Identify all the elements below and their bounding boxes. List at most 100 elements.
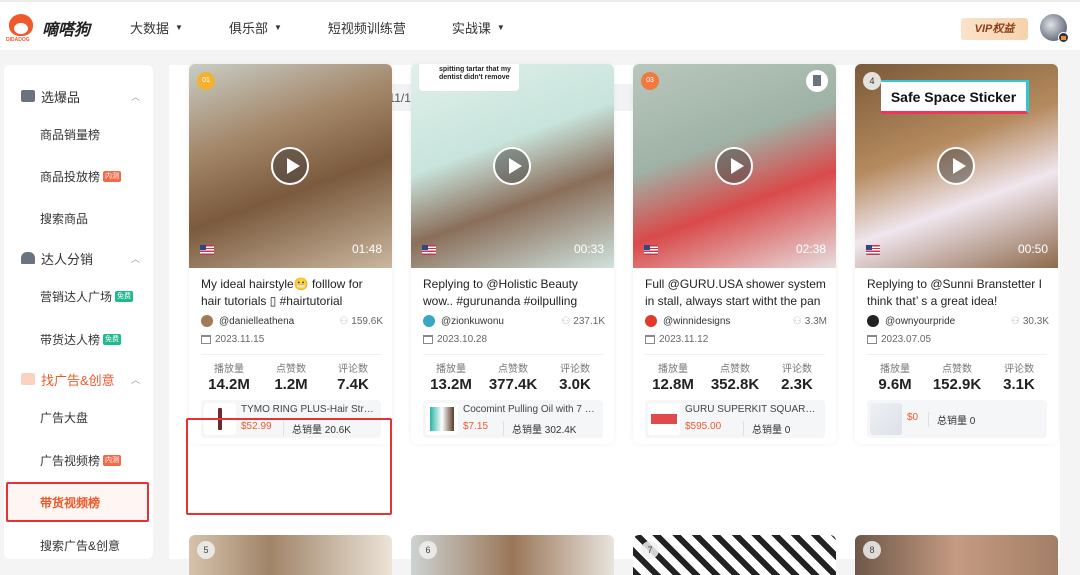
nav-item-training-camp[interactable]: 短视频训练营: [328, 18, 406, 37]
sidebar-item-sales-video-ranking[interactable]: 带货视频榜: [6, 482, 149, 522]
stat-label: 播放量: [436, 364, 466, 375]
stat-label: 评论数: [1004, 364, 1034, 375]
divider: [645, 354, 825, 355]
video-caption-overlay: Safe Space Sticker: [881, 80, 1029, 114]
video-card[interactable]: 02 spitting tartar that my dentist didn'…: [411, 64, 614, 444]
sidebar-group-label: 选爆品: [41, 89, 81, 105]
author-avatar[interactable]: [201, 315, 213, 327]
bookmark-icon[interactable]: [806, 70, 828, 92]
video-thumbnail[interactable]: 03 02:38: [633, 64, 836, 268]
sidebar-item-product-ads[interactable]: 商品投放榜 内测: [40, 166, 122, 186]
author-handle[interactable]: @ownyourpride: [885, 316, 955, 327]
sidebar-item-search-ads[interactable]: 搜索广告&创意: [40, 535, 120, 555]
play-button[interactable]: [937, 147, 975, 185]
sidebar-item-influencer-ranking[interactable]: 带货达人榜 免费: [40, 329, 122, 349]
author-row: @zionkuwonu ⚇ 237.1K: [423, 314, 605, 328]
total-sold: 总销量 302.4K: [503, 421, 576, 436]
video-card[interactable]: 8: [855, 535, 1058, 575]
author-row: @ownyourpride ⚇ 30.3K: [867, 314, 1049, 328]
stat-label: 评论数: [338, 364, 368, 375]
chevron-up-icon: ︿: [131, 374, 141, 385]
video-title[interactable]: Replying to @Sunni Branstetter I think t…: [867, 276, 1051, 310]
author-avatar[interactable]: [645, 315, 657, 327]
sold-value: 0: [969, 416, 976, 427]
author-handle[interactable]: @winnidesigns: [663, 316, 730, 327]
video-card[interactable]: 01 01:48 My ideal hairstyle😬 folllow for…: [189, 64, 392, 444]
stat-value: 7.4K: [337, 376, 369, 393]
dog-logo-icon: DIDADOG: [6, 12, 36, 44]
stat-value: 3.0K: [559, 376, 591, 393]
stat-label: 点赞数: [276, 364, 306, 375]
author-avatar[interactable]: [423, 315, 435, 327]
sidebar-group-label: 达人分销: [41, 251, 94, 267]
video-thumbnail[interactable]: 02 spitting tartar that my dentist didn'…: [411, 64, 614, 268]
video-card[interactable]: 6: [411, 535, 614, 575]
stat-comments: 评论数 3.0K: [543, 360, 607, 393]
video-card[interactable]: 7: [633, 535, 836, 575]
product-row[interactable]: $0 总销量 0: [867, 400, 1047, 438]
nav-label: 俱乐部: [228, 21, 268, 36]
stat-likes: 点赞数 152.9K: [925, 360, 989, 393]
author-handle[interactable]: @zionkuwonu: [441, 316, 504, 327]
vip-button[interactable]: VIP权益: [961, 18, 1028, 40]
play-button[interactable]: [493, 147, 531, 185]
sidebar-group-label: 找广告&创意: [41, 372, 115, 388]
author-avatar[interactable]: [867, 315, 879, 327]
stat-label: 评论数: [560, 364, 590, 375]
video-title[interactable]: My ideal hairstyle😬 folllow for hair tut…: [201, 276, 385, 310]
video-title[interactable]: Full @GURU.USA shower system in stall, a…: [645, 276, 829, 310]
nav-label: 大数据: [130, 21, 170, 36]
stat-comments: 评论数 7.4K: [321, 360, 385, 393]
author-row: @danielleathena ⚇ 159.6K: [201, 314, 383, 328]
sidebar-item-label: 商品销量榜: [40, 127, 101, 142]
play-button[interactable]: [715, 147, 753, 185]
product-row[interactable]: Cocomint Pulling Oil with 7 E... $7.15 总…: [423, 400, 603, 438]
product-row[interactable]: GURU SUPERKIT SQUARE 36"... $595.00 总销量 …: [645, 400, 825, 438]
beta-tag: 内测: [103, 170, 122, 182]
stat-label: 评论数: [782, 364, 812, 375]
sidebar-group-hot-products[interactable]: 选爆品 ︿: [4, 81, 153, 111]
calendar-icon: [423, 335, 433, 344]
sidebar-group-ads-creative[interactable]: 找广告&创意 ︿: [4, 364, 153, 394]
sidebar-item-ad-overview[interactable]: 广告大盘: [40, 407, 88, 427]
play-button[interactable]: [271, 147, 309, 185]
video-card[interactable]: 4 Safe Space Sticker 00:50 Replying to @…: [855, 64, 1058, 444]
follower-count: ⚇ 30.3K: [1011, 316, 1049, 327]
divider: [201, 354, 381, 355]
us-flag-icon: [422, 245, 436, 255]
chevron-up-icon: ︿: [131, 91, 141, 102]
stat-likes: 点赞数 377.4K: [481, 360, 545, 393]
brand-name: 嘀嗒狗: [42, 22, 91, 39]
crown-badge-icon: [1058, 32, 1069, 43]
sidebar-item-influencer-plaza[interactable]: 营销达人广场 免费: [40, 286, 134, 306]
sold-value: 302.4K: [544, 425, 577, 436]
fans-value: 3.3M: [804, 315, 827, 327]
sidebar-item-ad-video-ranking[interactable]: 广告视频榜 内测: [40, 450, 122, 470]
video-thumbnail[interactable]: 01 01:48: [189, 64, 392, 268]
sidebar-item-product-sales[interactable]: 商品销量榜: [40, 124, 100, 144]
video-title[interactable]: Replying to @Holistic Beauty wow.. #guru…: [423, 276, 607, 310]
product-price: $7.15: [463, 421, 489, 432]
logo[interactable]: DIDADOG 嘀嗒狗: [6, 12, 90, 44]
nav-item-big-data[interactable]: 大数据 ▼: [130, 18, 183, 37]
video-card[interactable]: 03 02:38 Full @GURU.USA shower system in…: [633, 64, 836, 444]
follower-count: ⚇ 159.6K: [339, 316, 383, 327]
user-avatar[interactable]: [1040, 14, 1069, 43]
sidebar-group-influencers[interactable]: 达人分销 ︿: [4, 243, 153, 273]
calendar-icon: [867, 335, 877, 344]
stat-value: 152.9K: [932, 376, 982, 393]
video-card[interactable]: 5: [189, 535, 392, 575]
stat-plays: 播放量 13.2M: [419, 360, 483, 393]
author-handle[interactable]: @danielleathena: [219, 316, 294, 327]
sidebar-item-label: 搜索广告&创意: [40, 538, 121, 553]
image-placeholder-icon: [870, 403, 902, 435]
sidebar-item-label: 商品投放榜: [40, 169, 101, 184]
nav-item-courses[interactable]: 实战课 ▼: [452, 18, 505, 37]
sidebar-item-search-products[interactable]: 搜索商品: [40, 208, 88, 228]
top-bar: DIDADOG 嘀嗒狗 大数据 ▼ 俱乐部 ▼ 短视频训练营 实战课 ▼ VIP权益: [0, 0, 1080, 50]
calendar-icon: [645, 335, 655, 344]
stat-value: 13.2M: [430, 376, 472, 393]
video-thumbnail[interactable]: 4 Safe Space Sticker 00:50: [855, 64, 1058, 268]
nav-item-club[interactable]: 俱乐部 ▼: [229, 18, 282, 37]
stat-label: 点赞数: [720, 364, 750, 375]
